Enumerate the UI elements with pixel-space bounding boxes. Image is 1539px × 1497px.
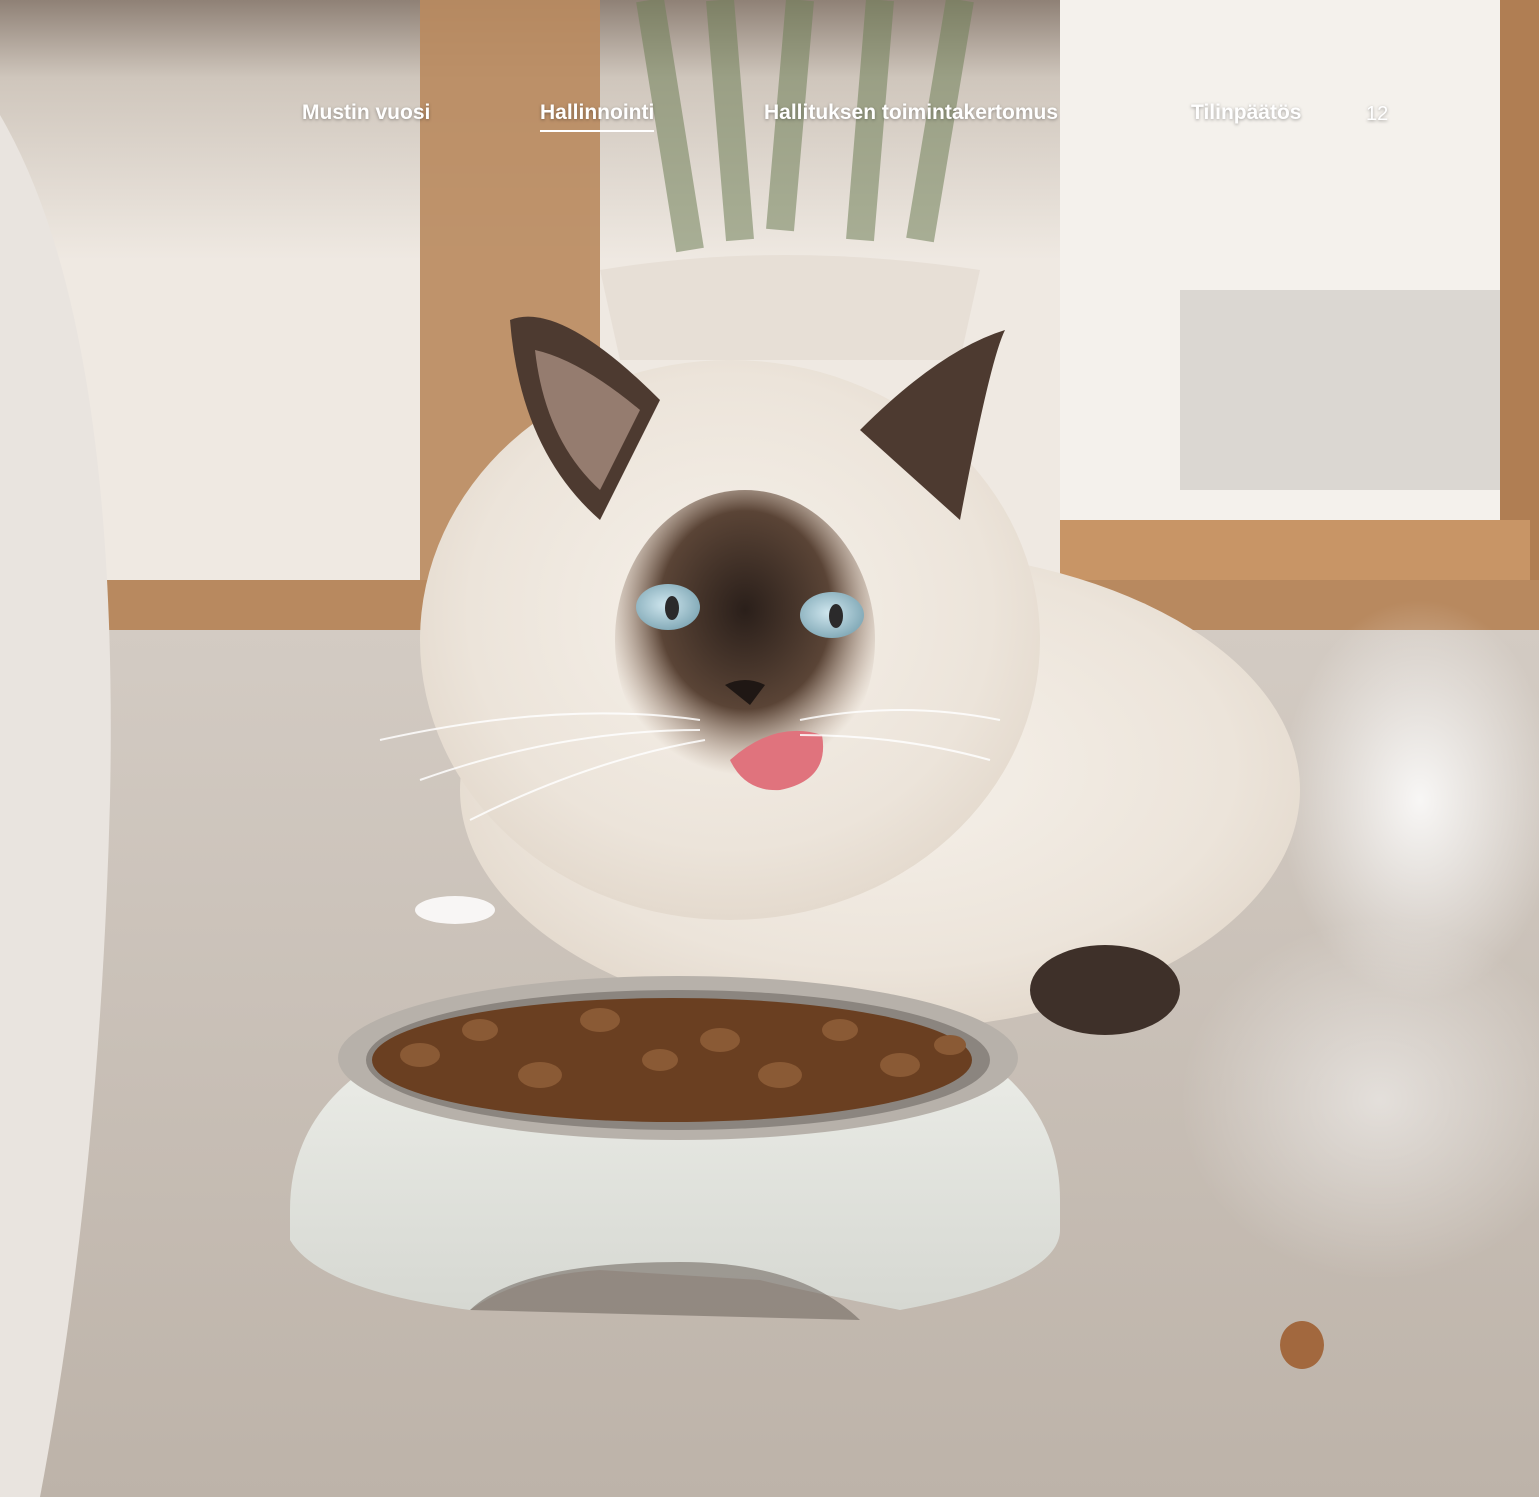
nav-item-hallituksen-toimintakertomus[interactable]: Hallituksen toimintakertomus — [764, 98, 1058, 128]
nav-item-hallinnointi[interactable]: Hallinnointi — [540, 98, 655, 132]
top-navigation: Mustin vuosi Hallinnointi Hallituksen to… — [0, 0, 1539, 160]
curved-side-panel — [0, 115, 111, 1497]
page-number: 12 — [1366, 103, 1389, 125]
nav-item-tilinpaatos[interactable]: Tilinpäätös — [1191, 98, 1301, 128]
nav-item-mustin-vuosi[interactable]: Mustin vuosi — [302, 98, 430, 128]
cat-photo — [0, 0, 1539, 1497]
